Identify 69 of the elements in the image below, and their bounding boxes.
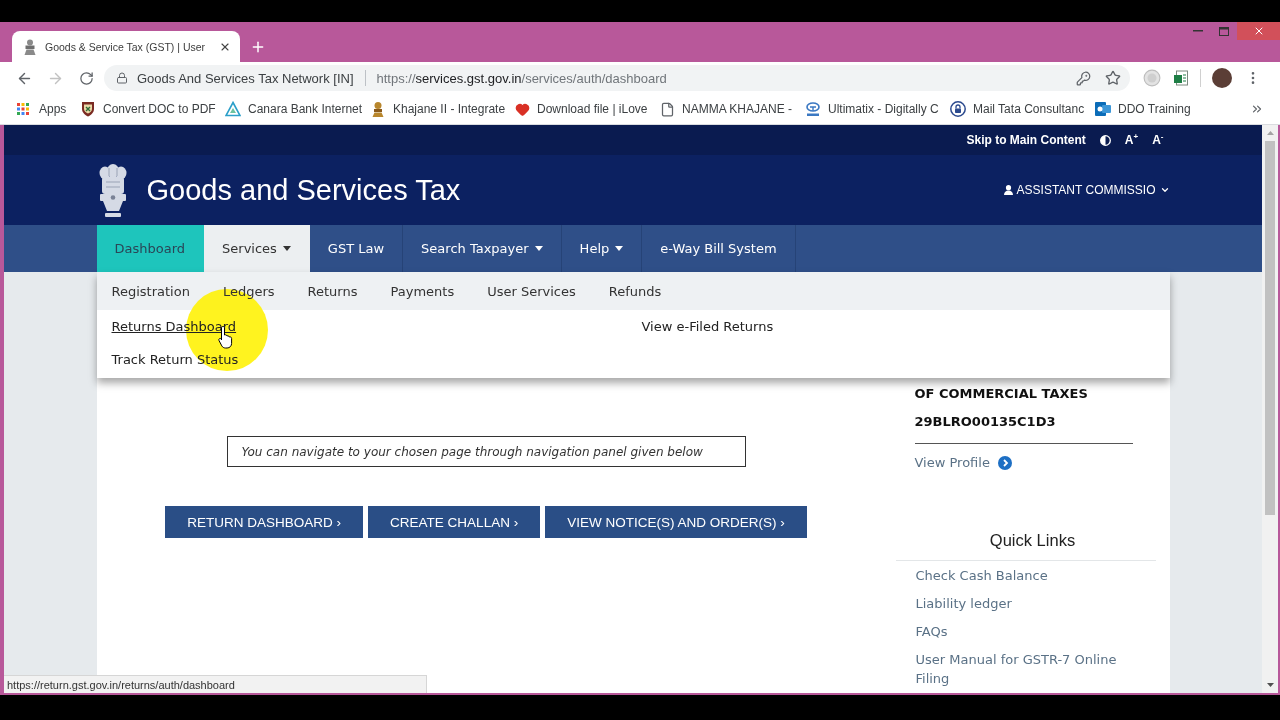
emblem-icon bbox=[23, 38, 37, 55]
quick-link[interactable]: Liability ledger bbox=[915, 589, 1012, 617]
bookmark-link[interactable]: Convert DOC to PDF bbox=[80, 98, 216, 120]
browser-tab[interactable]: Goods & Service Tax (GST) | User bbox=[12, 31, 240, 62]
caret-icon bbox=[282, 246, 291, 251]
font-increase-link[interactable]: A$^{+}$ bbox=[1124, 133, 1139, 147]
skip-link[interactable]: Skip to Main Content bbox=[966, 133, 1086, 147]
menu-category[interactable]: Ledgers bbox=[222, 283, 275, 299]
bookmark-link[interactable]: Download file | iLove bbox=[515, 98, 648, 120]
triangle-icon bbox=[225, 101, 241, 117]
user-menu[interactable]: ASSISTANT COMMISSIO bbox=[1003, 183, 1170, 197]
contrast-icon[interactable] bbox=[1099, 134, 1111, 146]
nav-tab[interactable]: Dashboard bbox=[96, 225, 205, 272]
key-icon[interactable] bbox=[1076, 70, 1091, 86]
crest-icon bbox=[80, 101, 96, 117]
quick-link[interactable]: Check Cash Balance bbox=[915, 561, 1048, 589]
address-bar[interactable]: Goods And Services Tax Network [IN] https://services.gst.gov.in/services/auth/dashboard bbox=[104, 65, 1130, 91]
menu-link[interactable]: View e-Filed Returns bbox=[641, 317, 774, 337]
menu-category[interactable]: User Services bbox=[487, 283, 576, 299]
profile-text: 29BLRO00135C1D3 bbox=[914, 413, 1056, 431]
menu-category[interactable]: Returns bbox=[307, 283, 358, 299]
font-decrease-link[interactable]: A$^{-}$ bbox=[1152, 133, 1164, 147]
tab-title: Goods & Service Tax (GST) | User bbox=[45, 40, 206, 53]
action-button[interactable]: VIEW NOTICE(S) AND ORDER(S) › bbox=[545, 506, 807, 538]
bookmark-link[interactable]: NAMMA KHAJANE - bbox=[660, 98, 792, 120]
status-url: https://return.gst.gov.in/returns/auth/dashboard bbox=[4, 675, 427, 693]
menu-category[interactable]: Registration bbox=[111, 283, 190, 299]
heart-icon bbox=[515, 101, 530, 117]
bookmark-link[interactable]: Khajane II - Integrate bbox=[370, 98, 506, 120]
user-icon bbox=[1003, 185, 1013, 195]
document-icon bbox=[660, 101, 675, 117]
caret-icon bbox=[1159, 185, 1170, 195]
info-note: You can navigate to your chosen page through navigation panel given below bbox=[226, 436, 746, 467]
spreadsheet-icon[interactable] bbox=[1173, 70, 1189, 86]
caret-icon bbox=[615, 246, 624, 251]
menu-category[interactable]: Payments bbox=[390, 283, 455, 299]
star-icon[interactable] bbox=[1105, 70, 1121, 86]
menu-category[interactable]: Refunds bbox=[608, 283, 662, 299]
double-chevron-icon[interactable] bbox=[1250, 102, 1264, 116]
bookmark-link[interactable]: Ultimatix - Digitally C bbox=[805, 98, 939, 120]
tile-logo-icon bbox=[1095, 101, 1111, 117]
emblem-icon bbox=[370, 101, 386, 117]
site-name: Goods And Services Tax Network [IN] bbox=[137, 70, 354, 86]
bookmark-link[interactable]: DDO Training bbox=[1095, 98, 1191, 120]
scrollbar-thumb[interactable] bbox=[1265, 141, 1275, 515]
quick-links-heading: Quick Links bbox=[989, 531, 1076, 549]
quick-link[interactable]: FAQs bbox=[915, 617, 948, 645]
action-button[interactable]: CREATE CHALLAN › bbox=[368, 506, 541, 538]
maximize-icon[interactable] bbox=[1219, 26, 1229, 36]
profile-avatar[interactable] bbox=[1212, 68, 1232, 88]
caret-icon bbox=[534, 246, 543, 251]
bookmark-link[interactable]: Canara Bank Internet bbox=[225, 98, 363, 120]
lock-icon bbox=[116, 72, 128, 84]
logo-icon bbox=[805, 101, 821, 117]
apps-grid-icon bbox=[17, 103, 29, 115]
site-title: Goods and Services Tax bbox=[146, 173, 461, 207]
scroll-down-icon[interactable] bbox=[1266, 683, 1274, 687]
profile-text: OF COMMERCIAL TAXES bbox=[914, 385, 1088, 403]
chevron-circle-icon bbox=[997, 456, 1012, 470]
bookmark-link[interactable]: Mail Tata Consultanc bbox=[950, 98, 1085, 120]
padlock-icon bbox=[950, 101, 966, 117]
bookmark-link[interactable]: Apps bbox=[17, 98, 67, 120]
quick-link[interactable]: User Manual for GSTR-7 Online Filing bbox=[915, 645, 1148, 692]
reload-icon[interactable] bbox=[78, 70, 94, 86]
nav-tab[interactable]: Services bbox=[204, 225, 310, 272]
url-text: https://services.gst.gov.in/services/auth/dashboard bbox=[376, 70, 667, 86]
view-profile-link[interactable]: View Profile bbox=[914, 453, 1012, 473]
action-button[interactable]: RETURN DASHBOARD › bbox=[165, 506, 364, 538]
menu-link[interactable]: Track Return Status bbox=[111, 350, 239, 370]
